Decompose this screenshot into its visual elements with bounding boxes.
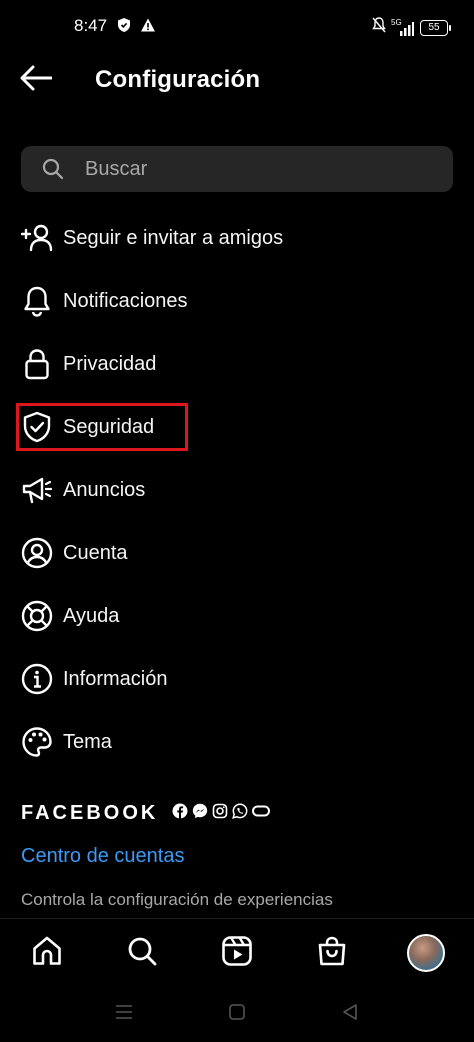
facebook-section-header: FACEBOOK [21, 802, 271, 825]
back-triangle-icon [341, 1003, 359, 1026]
back-button[interactable] [18, 64, 54, 96]
nav-profile-button[interactable] [406, 933, 446, 973]
menu-item-account[interactable]: Cuenta [0, 523, 474, 583]
profile-avatar [407, 934, 445, 972]
signal-icon: 5G [391, 17, 414, 36]
status-bar: 8:47 5G 55 [0, 0, 474, 52]
menu-item-label: Ayuda [63, 604, 120, 627]
shield-notification-icon [116, 17, 132, 38]
home-square-icon [228, 1003, 246, 1026]
recents-button[interactable] [112, 1002, 136, 1026]
menu-item-label: Privacidad [63, 352, 157, 375]
bell-muted-icon [372, 17, 386, 38]
reels-icon [221, 935, 253, 972]
bell-icon [20, 284, 54, 318]
search-icon [126, 935, 158, 972]
menu-item-ads[interactable]: Anuncios [0, 460, 474, 520]
accounts-center-description: Controla la configuración de experiencia… [21, 890, 333, 909]
user-circle-icon [20, 536, 54, 570]
search-input[interactable] [85, 157, 425, 181]
menu-item-notifications[interactable]: Notificaciones [0, 271, 474, 331]
recents-icon [115, 1004, 133, 1025]
shop-icon [316, 935, 348, 972]
info-icon [20, 662, 54, 696]
menu-item-theme[interactable]: Tema [0, 712, 474, 772]
lock-icon [20, 347, 54, 381]
menu-item-privacy[interactable]: Privacidad [0, 334, 474, 394]
nav-reels-button[interactable] [217, 933, 257, 973]
instagram-icon [212, 803, 228, 824]
warning-icon [140, 17, 156, 38]
search-icon [41, 157, 65, 181]
menu-item-about[interactable]: Información [0, 649, 474, 709]
menu-item-follow-invite[interactable]: Seguir e invitar a amigos [0, 208, 474, 268]
home-system-button[interactable] [225, 1002, 249, 1026]
shield-check-icon [20, 410, 54, 444]
battery-icon: 55 [420, 19, 451, 36]
megaphone-icon [20, 473, 54, 507]
nav-shop-button[interactable] [312, 933, 352, 973]
lifebuoy-icon [20, 599, 54, 633]
facebook-wordmark: FACEBOOK [21, 802, 159, 824]
search-bar[interactable] [21, 146, 453, 192]
network-type: 5G [391, 17, 402, 27]
nav-search-button[interactable] [122, 933, 162, 973]
header: Configuración [0, 52, 474, 110]
system-navigation [0, 984, 474, 1042]
add-person-icon [20, 221, 54, 255]
nav-home-button[interactable] [27, 933, 67, 973]
bottom-navigation [0, 918, 474, 984]
menu-item-label: Información [63, 667, 168, 690]
battery-level: 55 [428, 22, 440, 33]
accounts-center-link[interactable]: Centro de cuentas [21, 845, 184, 868]
menu-item-help[interactable]: Ayuda [0, 586, 474, 646]
menu-item-label: Seguir e invitar a amigos [63, 226, 284, 249]
menu-item-label: Tema [63, 730, 112, 753]
menu-item-label: Anuncios [63, 478, 146, 501]
home-icon [31, 935, 63, 972]
portal-icon [252, 803, 271, 824]
messenger-icon [192, 803, 208, 824]
back-system-button[interactable] [338, 1002, 362, 1026]
facebook-icon [172, 803, 188, 824]
arrow-left-icon [20, 65, 53, 96]
menu-item-label: Cuenta [63, 541, 128, 564]
whatsapp-icon [232, 803, 248, 824]
palette-icon [20, 725, 54, 759]
menu-item-label: Seguridad [63, 415, 155, 438]
page-title: Configuración [95, 66, 261, 93]
menu-item-security[interactable]: Seguridad [0, 397, 474, 457]
menu-item-label: Notificaciones [63, 289, 188, 312]
status-time: 8:47 [74, 16, 108, 35]
